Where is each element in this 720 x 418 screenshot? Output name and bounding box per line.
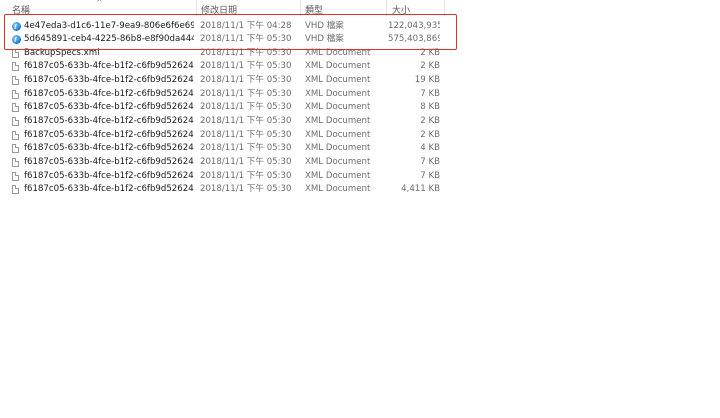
file-row[interactable]: f6187c05-633b-4fce-b1f2-c6fb9d526247_Ad.… [0, 60, 460, 74]
file-size: 7 KB [420, 170, 440, 181]
file-size: 7 KB [420, 157, 440, 167]
file-row[interactable]: f6187c05-633b-4fce-b1f2-c6fb9d526247_Wri… [0, 170, 460, 184]
file-type: XML Document [305, 184, 371, 195]
document-icon [12, 171, 19, 181]
document-icon [12, 62, 19, 72]
highlight-box [4, 14, 457, 50]
file-size: 2 KB [420, 129, 440, 140]
file-type: XML Document [305, 88, 371, 99]
file-date: 2018/11/1 下午 05:30 [200, 143, 292, 154]
file-date: 2018/11/1 下午 05:30 [200, 116, 292, 127]
file-size: 7 KB [420, 88, 440, 99]
document-icon [12, 89, 19, 99]
file-type: XML Document [305, 75, 371, 86]
file-date: 2018/11/1 下午 05:30 [200, 75, 292, 86]
file-type: XML Document [305, 116, 371, 127]
file-row[interactable]: f6187c05-633b-4fce-b1f2-c6fb9d526247_Co.… [0, 74, 460, 88]
file-icon-wrap [12, 62, 21, 72]
document-icon [12, 158, 19, 167]
file-size: 2 KB [420, 61, 440, 72]
file-date: 2018/11/1 下午 05:30 [200, 170, 292, 181]
file-name: f6187c05-633b-4fce-b1f2-c6fb9d526247_Wri… [24, 102, 194, 113]
file-size: 4,411 KB [401, 184, 440, 195]
document-icon [12, 185, 19, 195]
chevron-up-icon[interactable]: ^ [96, 0, 103, 7]
file-date: 2018/11/1 下午 05:30 [200, 184, 292, 195]
file-name: f6187c05-633b-4fce-b1f2-c6fb9d526247_Wri… [24, 170, 194, 181]
document-icon [12, 130, 19, 140]
file-icon-wrap [12, 103, 21, 113]
file-size: 4 KB [420, 143, 440, 154]
file-icon-wrap [12, 130, 21, 141]
document-icon [12, 144, 19, 154]
file-type: XML Document [305, 129, 371, 140]
document-icon [12, 76, 19, 86]
file-icon-wrap [12, 144, 21, 154]
document-icon [12, 48, 19, 58]
file-type: XML Document [305, 143, 371, 154]
file-row[interactable]: f6187c05-633b-4fce-b1f2-c6fb9d526247_Reg… [0, 88, 460, 102]
file-row[interactable]: f6187c05-633b-4fce-b1f2-c6fb9d526247_Wri… [0, 129, 460, 143]
file-type: XML Document [305, 170, 371, 181]
file-name: f6187c05-633b-4fce-b1f2-c6fb9d526247_Wri… [24, 116, 194, 127]
file-date: 2018/11/1 下午 05:30 [200, 102, 292, 113]
file-row[interactable]: f6187c05-633b-4fce-b1f2-c6fb9d526247_Wri… [0, 156, 460, 170]
file-name: f6187c05-633b-4fce-b1f2-c6fb9d526247_Wri… [24, 184, 194, 195]
file-icon-wrap [12, 117, 21, 127]
file-type: XML Document [305, 102, 371, 113]
file-row[interactable]: f6187c05-633b-4fce-b1f2-c6fb9d526247_Wri… [0, 101, 460, 115]
file-row[interactable]: f6187c05-633b-4fce-b1f2-c6fb9d526247_Wri… [0, 142, 460, 156]
file-name: f6187c05-633b-4fce-b1f2-c6fb9d526247_Wri… [24, 129, 194, 140]
document-icon [12, 103, 19, 113]
file-name: f6187c05-633b-4fce-b1f2-c6fb9d526247_Co.… [24, 75, 194, 86]
file-icon-wrap [12, 171, 21, 182]
file-icon-wrap [12, 158, 21, 168]
file-date: 2018/11/1 下午 05:30 [200, 129, 292, 140]
file-name: f6187c05-633b-4fce-b1f2-c6fb9d526247_Reg… [24, 88, 194, 99]
file-size: 2 KB [420, 116, 440, 127]
file-row[interactable]: f6187c05-633b-4fce-b1f2-c6fb9d526247_Wri… [0, 115, 460, 129]
file-date: 2018/11/1 下午 05:30 [200, 88, 292, 99]
file-icon-wrap [12, 185, 21, 195]
file-row[interactable]: f6187c05-633b-4fce-b1f2-c6fb9d526247_Wri… [0, 183, 460, 197]
document-icon [12, 117, 19, 127]
file-size: 19 KB [414, 75, 440, 86]
file-type: XML Document [305, 157, 371, 167]
file-name: f6187c05-633b-4fce-b1f2-c6fb9d526247_Wri… [24, 157, 194, 167]
file-name: f6187c05-633b-4fce-b1f2-c6fb9d526247_Wri… [24, 143, 194, 154]
file-type: XML Document [305, 61, 371, 72]
file-date: 2018/11/1 下午 05:30 [200, 157, 292, 167]
file-icon-wrap [12, 76, 21, 86]
file-size: 8 KB [420, 102, 440, 113]
file-icon-wrap [12, 48, 21, 59]
file-date: 2018/11/1 下午 05:30 [200, 61, 292, 72]
file-name: f6187c05-633b-4fce-b1f2-c6fb9d526247_Ad.… [24, 61, 194, 72]
file-icon-wrap [12, 89, 21, 100]
